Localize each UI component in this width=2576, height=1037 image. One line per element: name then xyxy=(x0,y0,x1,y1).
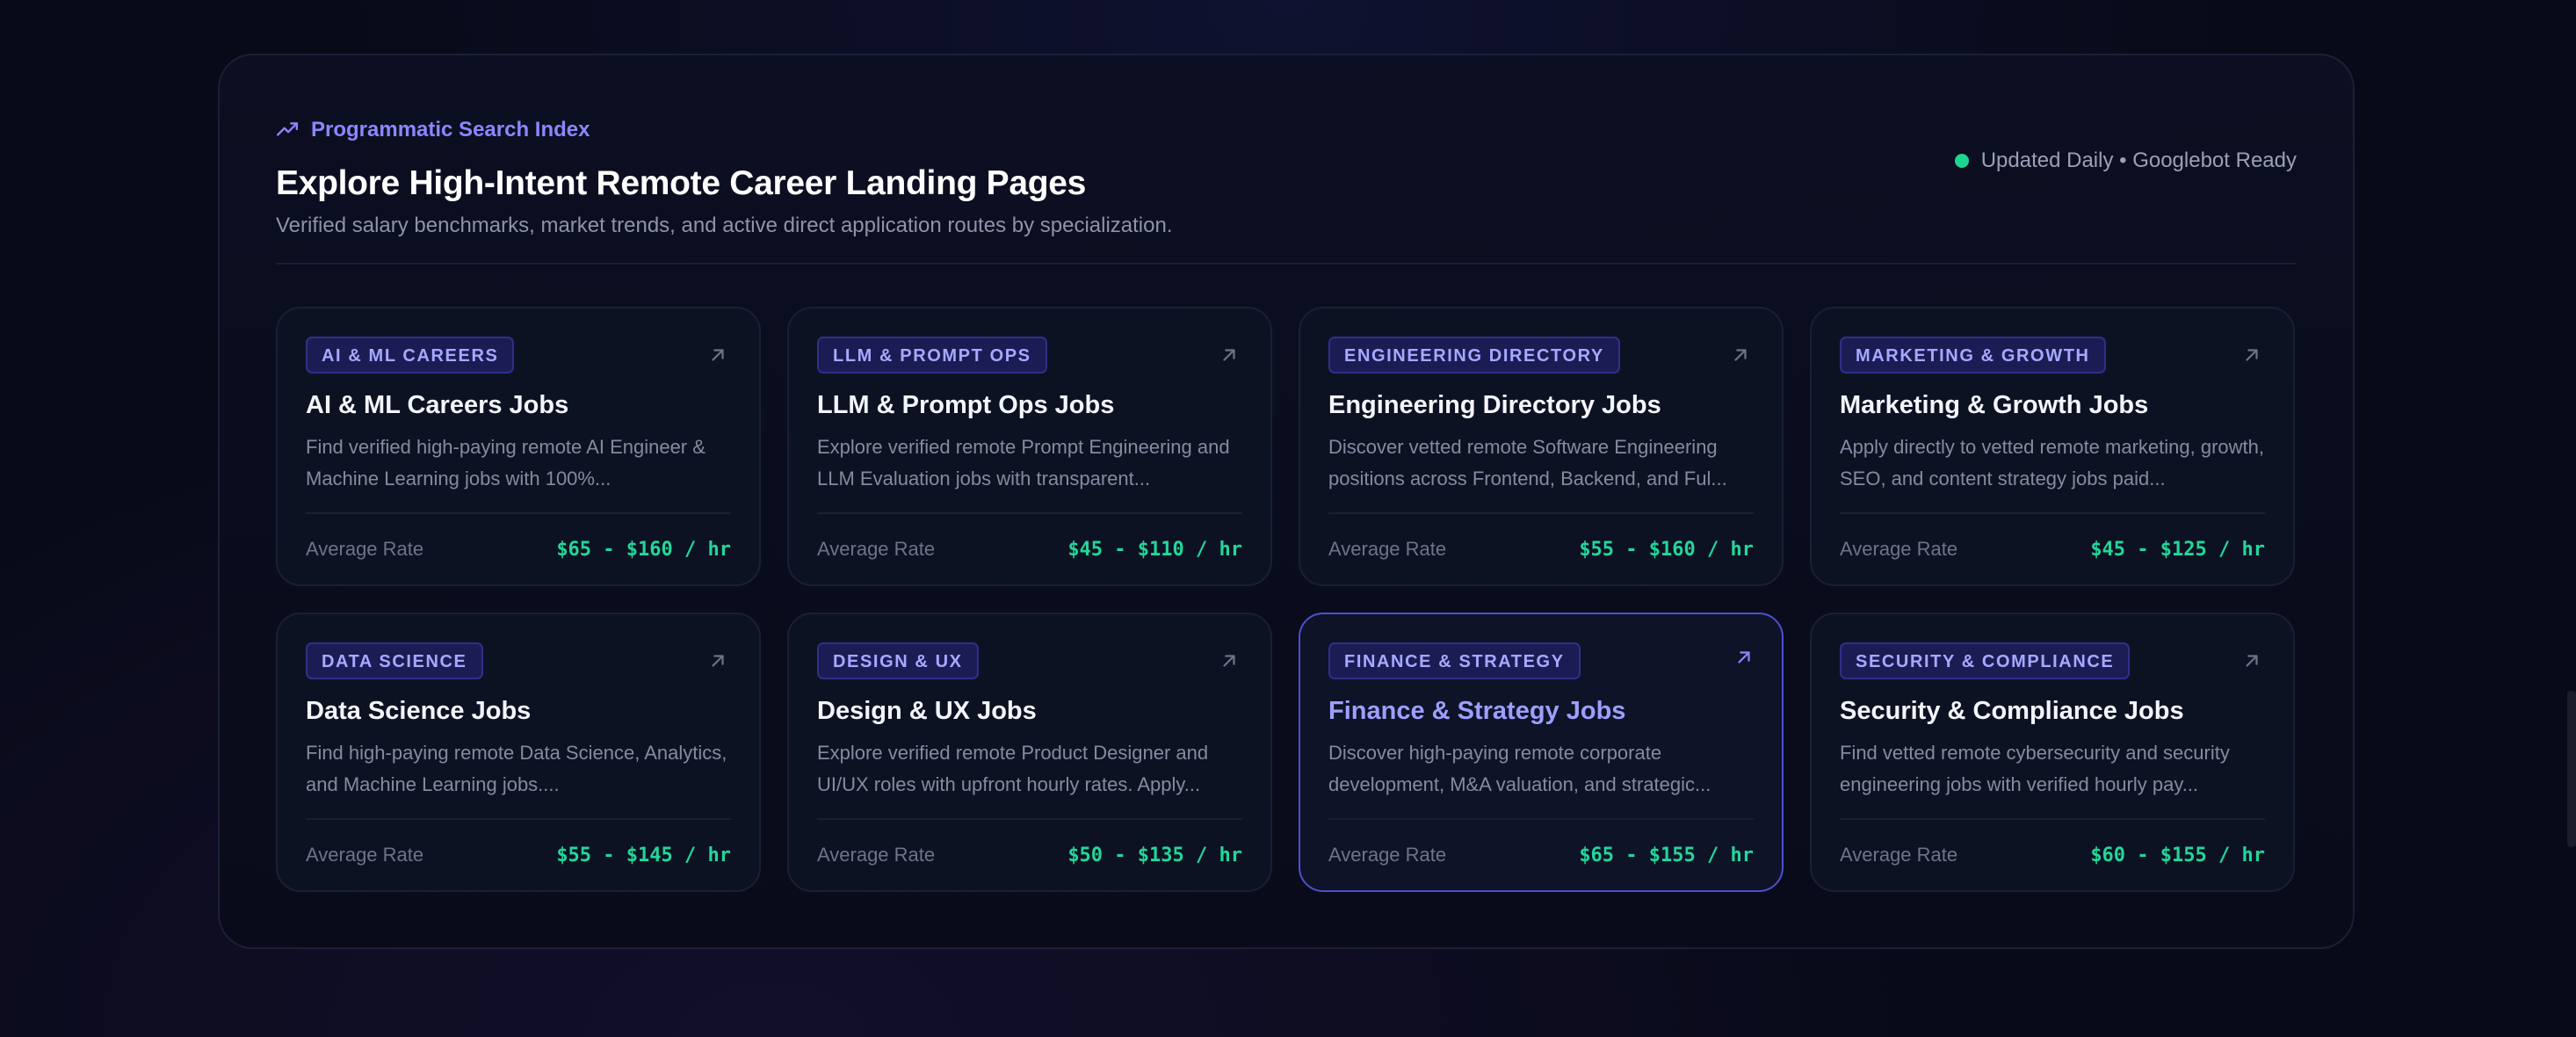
status-indicator: Updated Daily • Googlebot Ready xyxy=(1954,149,2297,173)
card-description: Explore verified remote Product Designer… xyxy=(817,742,1209,795)
card-badge: DATA SCIENCE xyxy=(306,642,483,679)
rate-label: Average Rate xyxy=(1328,538,1447,560)
card-description: Find vetted remote cybersecurity and sec… xyxy=(1840,742,2230,795)
card-description: Discover high-paying remote corporate de… xyxy=(1328,742,1711,795)
card-title: Security & Compliance Jobs xyxy=(1840,697,2184,725)
eyebrow-label: Programmatic Search Index xyxy=(311,118,590,141)
card-badge: ENGINEERING DIRECTORY xyxy=(1328,337,1620,373)
card-grid: AI & ML CAREERS AI & ML Careers Jobs Fin… xyxy=(276,307,2297,892)
rate-label: Average Rate xyxy=(306,538,424,560)
rate-value: $55 - $145 / hr xyxy=(556,844,731,867)
card-title: Marketing & Growth Jobs xyxy=(1840,391,2149,419)
rate-value: $65 - $160 / hr xyxy=(556,538,731,561)
card-engineering-directory[interactable]: ENGINEERING DIRECTORY Engineering Direct… xyxy=(1299,307,1784,586)
rate-label: Average Rate xyxy=(1840,538,1958,560)
card-description: Apply directly to vetted remote marketin… xyxy=(1840,436,2264,489)
card-footer: Average Rate $50 - $135 / hr xyxy=(817,818,1242,890)
card-security-compliance[interactable]: SECURITY & COMPLIANCE Security & Complia… xyxy=(1810,613,2295,892)
card-description: Discover vetted remote Software Engineer… xyxy=(1328,436,1727,489)
search-index-panel: Programmatic Search Index Explore High-I… xyxy=(218,54,2355,949)
rate-label: Average Rate xyxy=(1328,844,1447,866)
rate-value: $60 - $155 / hr xyxy=(2090,844,2265,867)
card-description: Find high-paying remote Data Science, An… xyxy=(306,742,727,795)
card-badge: SECURITY & COMPLIANCE xyxy=(1840,642,2131,679)
eyebrow: Programmatic Search Index xyxy=(276,117,2297,143)
page-scrollbar[interactable] xyxy=(2567,691,2576,847)
card-description: Find verified high-paying remote AI Engi… xyxy=(306,436,706,489)
card-badge: LLM & PROMPT OPS xyxy=(817,337,1047,373)
card-badge: DESIGN & UX xyxy=(817,642,979,679)
rate-label: Average Rate xyxy=(817,844,936,866)
card-footer: Average Rate $65 - $160 / hr xyxy=(306,512,731,584)
arrow-up-right-icon xyxy=(2246,655,2258,667)
arrow-up-right-icon xyxy=(712,349,724,361)
card-title: LLM & Prompt Ops Jobs xyxy=(817,391,1115,419)
card-badge: FINANCE & STRATEGY xyxy=(1328,642,1581,679)
rate-label: Average Rate xyxy=(306,844,424,866)
rate-label: Average Rate xyxy=(817,538,936,560)
arrow-up-right-icon xyxy=(1734,349,1747,361)
rate-value: $45 - $125 / hr xyxy=(2090,538,2265,561)
card-description: Explore verified remote Prompt Engineeri… xyxy=(817,436,1230,489)
card-title: Design & UX Jobs xyxy=(817,697,1037,725)
card-footer: Average Rate $55 - $145 / hr xyxy=(306,818,731,890)
status-dot-icon xyxy=(1954,154,1969,168)
trending-up-icon xyxy=(276,122,299,136)
rate-value: $55 - $160 / hr xyxy=(1579,538,1754,561)
card-footer: Average Rate $45 - $125 / hr xyxy=(1840,512,2265,584)
card-data-science[interactable]: DATA SCIENCE Data Science Jobs Find high… xyxy=(276,613,761,892)
arrow-up-right-icon xyxy=(1223,655,1235,667)
card-llm-prompt-ops[interactable]: LLM & PROMPT OPS LLM & Prompt Ops Jobs E… xyxy=(787,307,1272,586)
page-subtitle: Verified salary benchmarks, market trend… xyxy=(276,214,1173,237)
card-ai-ml-careers[interactable]: AI & ML CAREERS AI & ML Careers Jobs Fin… xyxy=(276,307,761,586)
arrow-up-right-icon xyxy=(2246,349,2258,361)
card-badge: AI & ML CAREERS xyxy=(306,337,515,373)
card-footer: Average Rate $55 - $160 / hr xyxy=(1328,512,1754,584)
status-text: Updated Daily • Googlebot Ready xyxy=(1980,149,2297,172)
arrow-up-right-icon xyxy=(712,655,724,667)
card-footer: Average Rate $60 - $155 / hr xyxy=(1840,818,2265,890)
card-design-ux[interactable]: DESIGN & UX Design & UX Jobs Explore ver… xyxy=(787,613,1272,892)
rate-value: $50 - $135 / hr xyxy=(1067,844,1242,867)
arrow-up-right-icon xyxy=(1738,651,1750,664)
card-title: Engineering Directory Jobs xyxy=(1328,391,1661,419)
panel-header: Programmatic Search Index Explore High-I… xyxy=(276,117,2297,265)
rate-label: Average Rate xyxy=(1840,844,1958,866)
rate-value: $65 - $155 / hr xyxy=(1579,844,1754,867)
rate-value: $45 - $110 / hr xyxy=(1067,538,1242,561)
card-title: Finance & Strategy Jobs xyxy=(1328,697,1626,725)
card-marketing-growth[interactable]: MARKETING & GROWTH Marketing & Growth Jo… xyxy=(1810,307,2295,586)
card-title: AI & ML Careers Jobs xyxy=(306,391,569,419)
arrow-up-right-icon xyxy=(1223,349,1235,361)
card-badge: MARKETING & GROWTH xyxy=(1840,337,2106,373)
card-title: Data Science Jobs xyxy=(306,697,532,725)
card-footer: Average Rate $65 - $155 / hr xyxy=(1328,818,1754,890)
card-footer: Average Rate $45 - $110 / hr xyxy=(817,512,1242,584)
card-finance-strategy[interactable]: FINANCE & STRATEGY Finance & Strategy Jo… xyxy=(1299,613,1784,892)
